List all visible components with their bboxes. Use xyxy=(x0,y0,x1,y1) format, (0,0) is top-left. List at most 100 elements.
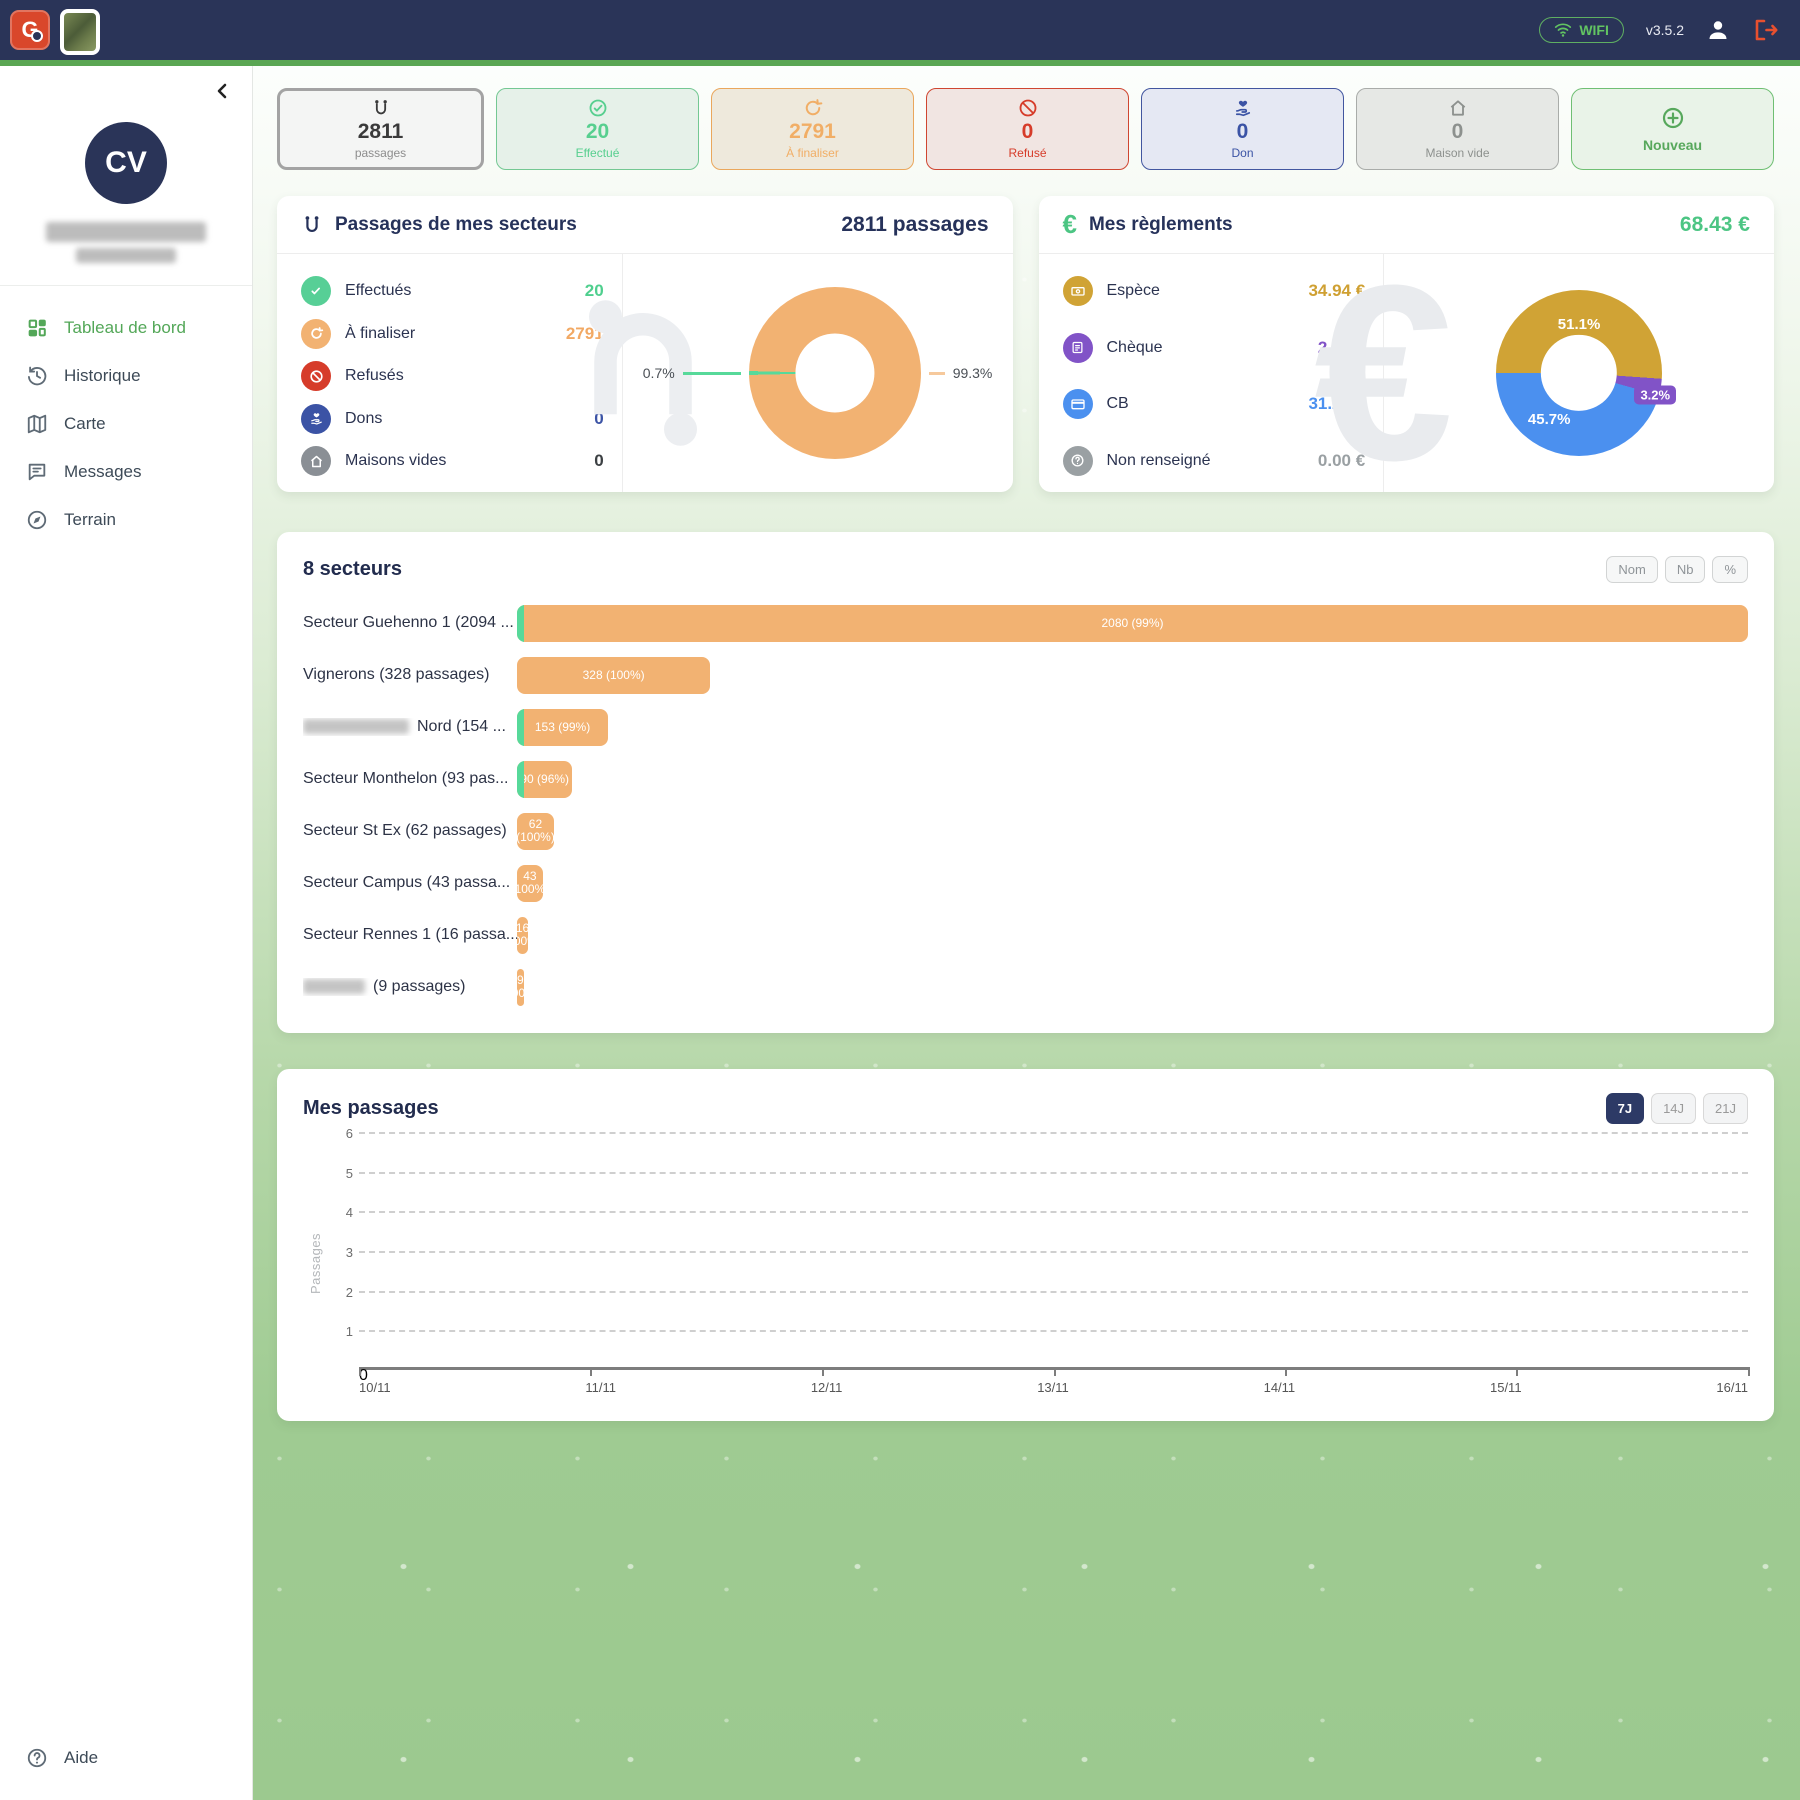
passages-donut-chart: 0.7% 99.3% xyxy=(623,254,1013,492)
wifi-status-badge: WIFI xyxy=(1539,17,1624,43)
secteur-bar: 153 (99%) xyxy=(517,709,608,746)
range-7j-button[interactable]: 7J xyxy=(1606,1093,1644,1124)
secteur-bar-row: Secteur Guehenno 1 (2094 ... 2080 (99%) xyxy=(303,597,1748,649)
redacted-text xyxy=(303,979,365,994)
stat-label: Refusé xyxy=(1008,146,1046,160)
sort-by-number-button[interactable]: Nb xyxy=(1665,556,1706,583)
hand-heart-icon xyxy=(1233,98,1253,118)
compass-icon xyxy=(26,509,48,531)
secteurs-card: 8 secteurs Nom Nb % Secteur Guehenno 1 (… xyxy=(277,532,1774,1033)
stat-label: À finaliser xyxy=(786,146,839,160)
redacted-text xyxy=(303,719,409,734)
stat-card-a-finaliser[interactable]: 2791 À finaliser xyxy=(711,88,914,170)
sidebar-item-carte[interactable]: Carte xyxy=(0,400,252,448)
sort-by-name-button[interactable]: Nom xyxy=(1606,556,1657,583)
chat-icon xyxy=(26,461,48,483)
donut-label-cb: 45.7% xyxy=(1528,411,1571,428)
avatar: CV xyxy=(85,122,167,204)
donut-label-cheque: 3.2% xyxy=(1634,385,1676,404)
donut-label-espece: 51.1% xyxy=(1558,316,1601,333)
sidebar-item-tableau-de-bord[interactable]: Tableau de bord xyxy=(0,304,252,352)
credit-card-icon xyxy=(1063,389,1093,419)
stat-label: passages xyxy=(355,146,406,160)
leader-line xyxy=(683,372,741,375)
check-circle-icon xyxy=(301,276,331,306)
banknote-icon xyxy=(1063,276,1093,306)
stat-card-refuse[interactable]: 0 Refusé xyxy=(926,88,1129,170)
stat-card-effectue[interactable]: 20 Effectué xyxy=(496,88,699,170)
secteur-bar-row: Secteur Rennes 1 (16 passa... 16 (100%) xyxy=(303,909,1748,961)
check-circle-icon xyxy=(588,98,608,118)
donut xyxy=(749,287,921,459)
main-content: 2811 passages 20 Effectué 2791 À finalis… xyxy=(253,66,1800,1800)
secteur-bar: 90 (96%) xyxy=(517,761,572,798)
hand-heart-icon xyxy=(301,404,331,434)
cheque-icon xyxy=(1063,333,1093,363)
user-name-redacted xyxy=(46,222,206,242)
reglements-card: € Mes règlements 68.43 € Espèce 34.94 € xyxy=(1039,196,1775,492)
stat-card-maison-vide[interactable]: 0 Maison vide xyxy=(1356,88,1559,170)
sidebar-item-label: Terrain xyxy=(64,510,116,530)
secteur-bar-row: (9 passages) 9 (100%) xyxy=(303,961,1748,1013)
stat-label: Effectué xyxy=(576,146,620,160)
question-icon xyxy=(1063,446,1093,476)
nouveau-button[interactable]: Nouveau xyxy=(1571,88,1774,170)
sidebar-item-label: Messages xyxy=(64,462,141,482)
secteur-bar: 2080 (99%) xyxy=(517,605,1748,642)
stat-card-passages[interactable]: 2811 passages xyxy=(277,88,484,170)
leader-line xyxy=(929,372,945,375)
collapse-sidebar-icon[interactable] xyxy=(214,82,230,100)
sidebar-item-terrain[interactable]: Terrain xyxy=(0,496,252,544)
sidebar-item-messages[interactable]: Messages xyxy=(0,448,252,496)
stat-value: 2791 xyxy=(789,120,836,144)
x-axis-labels: 10/1111/1112/1113/1114/1115/1116/11 xyxy=(359,1380,1748,1395)
stat-cards-row: 2811 passages 20 Effectué 2791 À finalis… xyxy=(277,88,1774,170)
stat-value: 2811 xyxy=(358,120,404,144)
y-axis-label: Passages xyxy=(309,1233,324,1294)
history-icon xyxy=(26,365,48,387)
range-21j-button[interactable]: 21J xyxy=(1703,1093,1748,1124)
logout-icon[interactable] xyxy=(1752,18,1778,42)
secteurs-title: 8 secteurs xyxy=(303,558,402,581)
reglements-total: 68.43 € xyxy=(1680,213,1750,237)
stat-value: 0 xyxy=(1022,120,1034,144)
sidebar-item-label: Tableau de bord xyxy=(64,318,186,338)
range-14j-button[interactable]: 14J xyxy=(1651,1093,1696,1124)
card-title: Mes règlements xyxy=(1089,214,1233,236)
secteur-bar: 9 (100%) xyxy=(517,969,524,1006)
sidebar-item-label: Carte xyxy=(64,414,106,434)
donut-big-label: 99.3% xyxy=(953,365,993,381)
secteur-bar: 16 (100%) xyxy=(517,917,528,954)
app-logo-icon: G xyxy=(10,10,50,50)
sidebar-item-historique[interactable]: Historique xyxy=(0,352,252,400)
refresh-icon xyxy=(803,98,823,118)
passages-total: 2811 passages xyxy=(841,213,988,237)
line-chart: Passages 6 5 4 3 2 1 0 10/1111/1112/1113… xyxy=(303,1132,1748,1395)
stat-label: Maison vide xyxy=(1425,146,1489,160)
secteur-bar-row: Nord (154 ... 153 (99%) xyxy=(303,701,1748,753)
stat-value: 0 xyxy=(1452,120,1464,144)
plus-circle-icon xyxy=(1661,106,1685,130)
secteur-bar-row: Secteur Campus (43 passa... 43 (100%) xyxy=(303,857,1748,909)
user-subtitle-redacted xyxy=(76,248,176,263)
sidebar-item-aide[interactable]: Aide xyxy=(0,1734,252,1782)
wifi-label: WIFI xyxy=(1579,22,1609,38)
user-icon[interactable] xyxy=(1706,18,1730,42)
stat-label: Don xyxy=(1231,146,1253,160)
route-icon xyxy=(371,98,391,118)
secteur-bar: 43 (100%) xyxy=(517,865,543,902)
donut-small-label: 0.7% xyxy=(643,365,675,381)
secteur-bar: 328 (100%) xyxy=(517,657,710,694)
secteur-bar-row: Vignerons (328 passages) 328 (100%) xyxy=(303,649,1748,701)
euro-icon: € xyxy=(1063,209,1077,240)
wifi-icon xyxy=(1554,22,1572,38)
stat-card-don[interactable]: 0 Don xyxy=(1141,88,1344,170)
card-title: Passages de mes secteurs xyxy=(335,214,577,236)
app-version: v3.5.2 xyxy=(1646,22,1684,38)
map-icon xyxy=(26,413,48,435)
chart-title: Mes passages xyxy=(303,1097,439,1120)
secteur-bar-row: Secteur St Ex (62 passages) 62 (100%) xyxy=(303,805,1748,857)
sort-by-percent-button[interactable]: % xyxy=(1712,556,1748,583)
euro-watermark: € xyxy=(1314,248,1453,498)
top-navbar: G WIFI v3.5.2 xyxy=(0,0,1800,60)
